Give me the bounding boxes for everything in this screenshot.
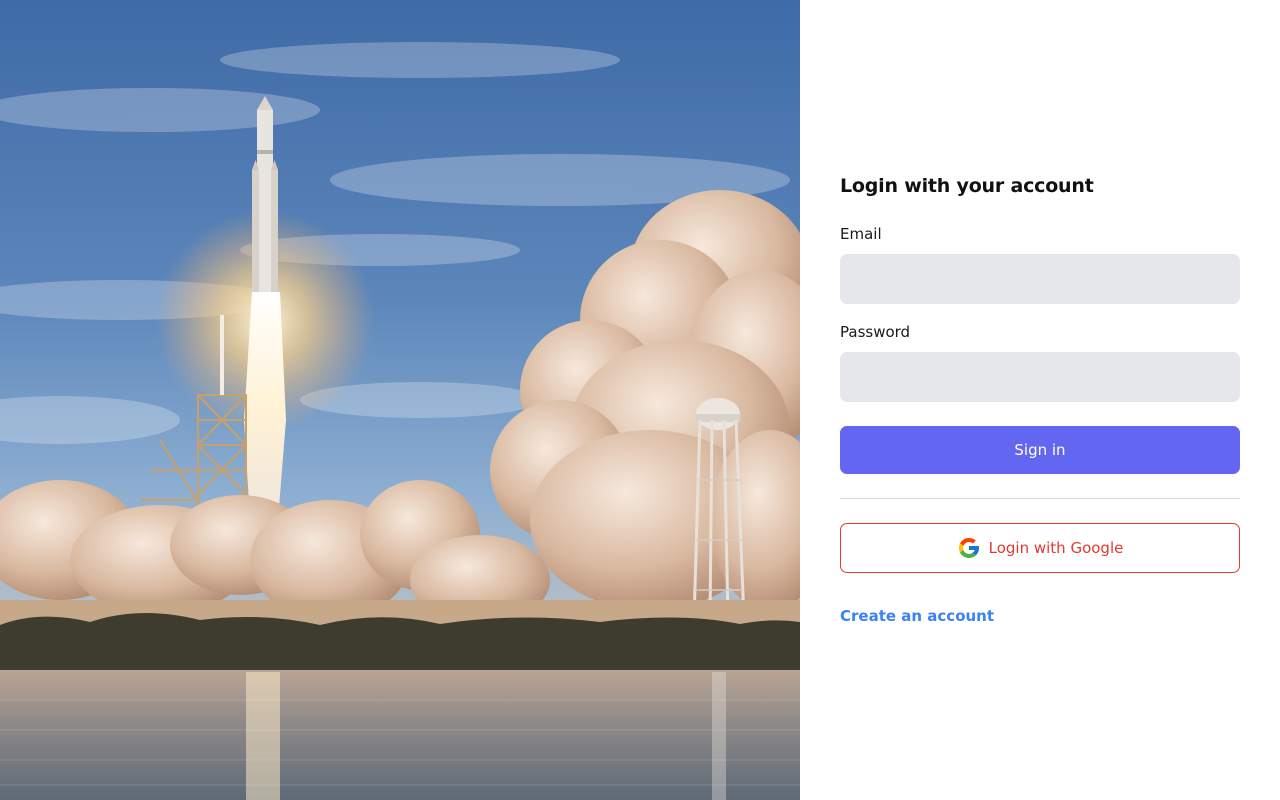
email-input[interactable] xyxy=(840,254,1240,304)
login-page: Login with your account Email Password S… xyxy=(0,0,1280,800)
rocket-launch-illustration xyxy=(0,0,800,800)
google-icon xyxy=(957,536,981,560)
sign-in-button[interactable]: Sign in xyxy=(840,426,1240,474)
login-form: Login with your account Email Password S… xyxy=(840,172,1240,625)
password-label: Password xyxy=(840,323,911,341)
create-account-link[interactable]: Create an account xyxy=(840,607,994,625)
password-group: Password xyxy=(840,322,1240,402)
google-login-label: Login with Google xyxy=(988,539,1124,557)
login-panel: Login with your account Email Password S… xyxy=(800,0,1280,800)
google-login-button[interactable]: Login with Google xyxy=(840,523,1240,573)
email-label: Email xyxy=(840,225,882,243)
divider xyxy=(840,498,1240,499)
email-group: Email xyxy=(840,224,1240,304)
login-title: Login with your account xyxy=(840,175,1094,197)
hero-image xyxy=(0,0,800,800)
password-input[interactable] xyxy=(840,352,1240,402)
